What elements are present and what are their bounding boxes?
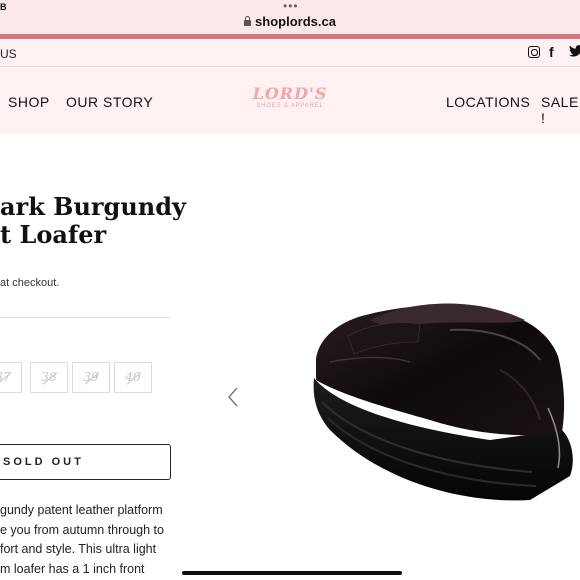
size-option-37[interactable]: 37 (0, 362, 22, 393)
checkout-note: at checkout. (0, 277, 60, 289)
product-title-line: ark Burgundy (0, 192, 186, 221)
main-nav: SHOP OUR STORY LORD'S SHOES & APPAREL LO… (0, 68, 580, 134)
product-title-line: t Loafer (0, 220, 107, 249)
size-option-40[interactable]: 40 (114, 362, 152, 393)
url-text: shoplords.ca (255, 14, 336, 29)
size-option-38[interactable]: 38 (30, 362, 68, 393)
nav-sale[interactable]: SALE ! (541, 94, 580, 126)
nav-shop[interactable]: SHOP (8, 94, 50, 110)
instagram-icon[interactable] (528, 46, 540, 58)
store-logo[interactable]: LORD'S SHOES & APPAREL (250, 84, 330, 118)
twitter-icon[interactable] (569, 45, 580, 60)
description-line: gundy patent leather platform (0, 503, 163, 517)
lock-icon (244, 16, 252, 26)
description-line: fort and style. This ultra light (0, 542, 157, 556)
logo-wordmark: LORD'S (252, 84, 328, 103)
home-indicator[interactable] (182, 571, 402, 575)
more-dots-icon[interactable]: ••• (283, 0, 299, 12)
description-line: m loafer has a 1 inch front (0, 561, 145, 576)
status-fragment: B (0, 2, 7, 12)
address-bar[interactable]: shoplords.ca (0, 14, 580, 29)
sold-out-button[interactable]: SOLD OUT (0, 444, 171, 480)
region-selector[interactable]: US (0, 47, 17, 61)
chevron-left-icon[interactable] (226, 386, 240, 408)
description-line: e you from autumn through to (0, 522, 164, 537)
divider (0, 317, 171, 318)
facebook-icon[interactable]: f (549, 44, 554, 60)
nav-our-story[interactable]: OUR STORY (66, 94, 153, 110)
product-image[interactable] (300, 290, 580, 520)
size-option-39[interactable]: 39 (72, 362, 110, 393)
product-title: ark Burgundy t Loafer (0, 193, 186, 249)
nav-locations[interactable]: LOCATIONS (446, 94, 530, 110)
logo-tagline: SHOES & APPAREL (256, 103, 324, 109)
product-description: gundy patent leather platform e you from… (0, 501, 170, 579)
top-bar: US f (0, 39, 580, 67)
browser-chrome: B ••• shoplords.ca (0, 0, 580, 36)
